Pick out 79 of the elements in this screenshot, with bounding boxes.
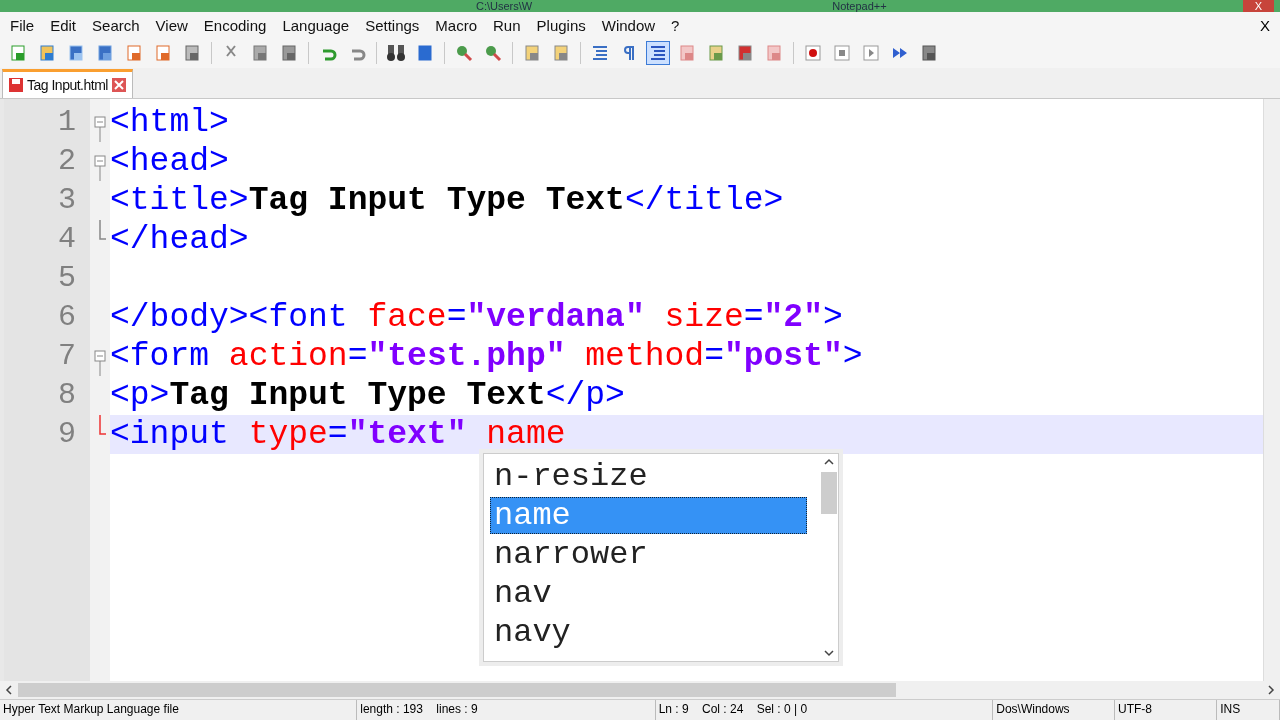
window-title: Notepad++ <box>832 0 887 12</box>
menu-item[interactable]: Language <box>274 16 358 34</box>
status-text: Dos\Windows <box>993 700 1115 720</box>
code-line: <form action="test.php" method="post"> <box>110 337 863 376</box>
document-icon <box>124 43 144 63</box>
chevron-down-icon[interactable] <box>824 649 834 657</box>
code-line: <p>Tag Input Type Text</p> <box>110 376 625 415</box>
close-icon[interactable] <box>111 78 126 92</box>
scrollbar-thumb[interactable] <box>18 683 896 697</box>
menu-item[interactable]: Window <box>593 16 664 34</box>
line-number: 9 <box>57 416 77 453</box>
scrollbar-thumb[interactable] <box>821 471 837 514</box>
status-text: INS <box>1217 700 1280 720</box>
code-line: <html> <box>110 103 229 142</box>
line-number: 6 <box>57 299 77 336</box>
lines-icon <box>590 43 610 63</box>
line-number: 5 <box>57 260 77 297</box>
document-icon <box>153 43 173 63</box>
document-icon <box>522 43 542 63</box>
lines-icon <box>648 43 668 63</box>
menu-item[interactable]: Edit <box>42 16 85 34</box>
status-text: length : 193 lines : 9 <box>357 700 656 720</box>
status-text: UTF-8 <box>1115 700 1218 720</box>
binoculars-icon <box>386 43 406 63</box>
window-title: C:\Users\W <box>476 0 533 12</box>
magnifier-icon <box>454 43 474 63</box>
suggestion-item[interactable]: narrower <box>490 536 807 573</box>
document-icon <box>551 43 571 63</box>
code-line: </body><font face="verdana" size="2"> <box>110 298 843 337</box>
document-icon <box>677 43 697 63</box>
document-icon <box>764 43 784 63</box>
play-icon <box>861 43 881 63</box>
menu-item[interactable]: View <box>147 16 196 34</box>
menu-item[interactable]: File <box>2 16 43 34</box>
menu-item[interactable]: ? <box>663 16 688 34</box>
code-line: <head> <box>110 142 229 181</box>
magnifier-icon <box>483 43 503 63</box>
line-number: 7 <box>57 338 77 375</box>
document-icon <box>66 43 86 63</box>
line-number: 2 <box>57 143 77 180</box>
chevron-right-icon[interactable] <box>1266 685 1276 695</box>
toolbar-button[interactable] <box>646 41 670 65</box>
close-button[interactable]: X <box>1252 16 1278 34</box>
file-tab[interactable]: Tag Input.html <box>2 69 133 98</box>
chevron-left-icon[interactable] <box>4 685 14 695</box>
suggestion-item[interactable]: navy <box>490 614 807 651</box>
record-icon <box>803 43 823 63</box>
suggestion-item[interactable]: n-resize <box>490 458 807 495</box>
code-line: </head> <box>110 220 249 259</box>
menu-item[interactable]: Encoding <box>195 16 275 34</box>
code-line: <input type="text" name <box>110 415 566 454</box>
status-text: Hyper Text Markup Language file <box>0 700 358 720</box>
document-icon <box>182 43 202 63</box>
line-number: 8 <box>57 377 77 414</box>
menu-item[interactable]: Run <box>485 16 529 34</box>
document-icon <box>415 43 435 63</box>
menu-item[interactable]: Plugins <box>528 16 594 34</box>
menu-item[interactable]: Search <box>84 16 148 34</box>
save-icon <box>9 78 23 92</box>
document-icon <box>706 43 726 63</box>
document-icon <box>279 43 299 63</box>
chevron-up-icon[interactable] <box>824 458 834 466</box>
document-icon <box>250 43 270 63</box>
status-text: Ln : 9 Col : 24 Sel : 0 | 0 <box>655 700 994 720</box>
stop-icon <box>832 43 852 63</box>
scrollbar[interactable] <box>1263 99 1280 681</box>
code-line: <title>Tag Input Type Text</title> <box>110 181 784 220</box>
menu-item[interactable]: Settings <box>357 16 428 34</box>
line-number: 1 <box>57 104 77 141</box>
close-button[interactable]: X <box>1242 0 1274 12</box>
menu-item[interactable]: Macro <box>427 16 485 34</box>
document-icon <box>95 43 115 63</box>
document-icon <box>8 43 28 63</box>
document-icon <box>37 43 57 63</box>
line-number: 4 <box>57 221 77 258</box>
document-icon <box>919 43 939 63</box>
suggestion-item[interactable]: nav <box>490 575 807 612</box>
line-number: 3 <box>57 182 77 219</box>
document-icon <box>735 43 755 63</box>
